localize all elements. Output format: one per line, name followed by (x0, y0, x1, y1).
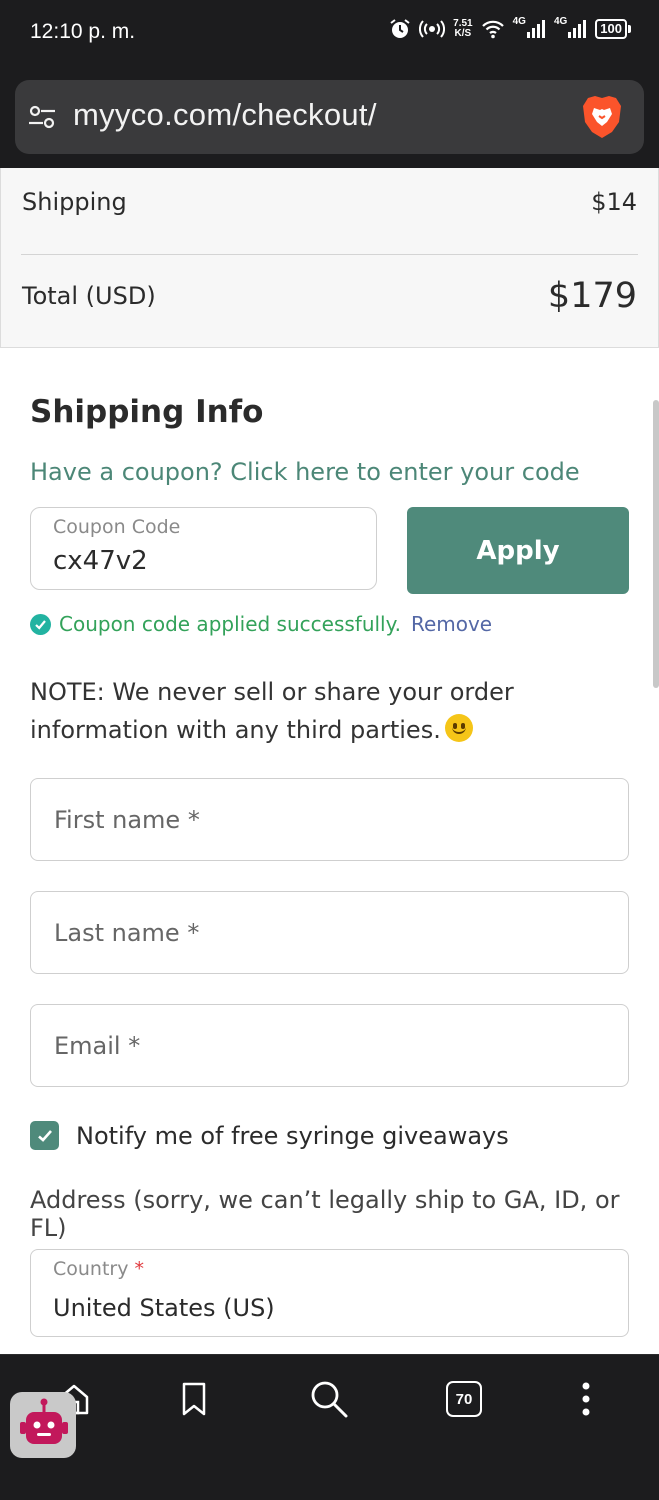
coupon-code-field[interactable]: Coupon Code cx47v2 (30, 507, 377, 590)
total-value: $179 (547, 276, 637, 316)
page-scrollbar[interactable] (653, 400, 659, 688)
notify-checkbox[interactable] (30, 1121, 59, 1150)
status-time: 12:10 p. m. (30, 20, 136, 43)
address-note: Address (sorry, we can’t legally ship to… (30, 1186, 620, 1242)
remove-coupon-link[interactable]: Remove (411, 612, 492, 636)
battery-level: 100 (595, 19, 627, 39)
country-label: Country * (53, 1258, 145, 1280)
total-label: Total (USD) (22, 282, 156, 310)
signal-icon (526, 20, 545, 38)
first-name-placeholder: First name * (54, 805, 200, 834)
brave-lion-icon[interactable] (580, 94, 624, 140)
first-name-field[interactable]: First name * (30, 778, 629, 861)
alarm-icon (390, 19, 410, 38)
signal-icon (568, 20, 587, 38)
shipping-label: Shipping (22, 188, 127, 216)
tabs-button[interactable]: 70 (442, 1377, 486, 1421)
checkout-page: Shipping $14 Total (USD) $179 Shipping I… (0, 168, 659, 1354)
menu-icon (582, 1382, 590, 1416)
smile-emoji-icon (444, 714, 473, 742)
total-row: Total (USD) $179 (22, 276, 637, 316)
coupon-code-input[interactable]: cx47v2 (53, 546, 148, 576)
coupon-code-label: Coupon Code (53, 516, 181, 538)
search-icon (311, 1381, 348, 1418)
search-button[interactable] (307, 1377, 351, 1421)
email-placeholder: Email * (54, 1031, 141, 1060)
url-text[interactable]: myyco.com/checkout/ (73, 97, 377, 133)
notify-label: Notify me of free syringe giveaways (76, 1121, 509, 1150)
shipping-value: $14 (591, 188, 637, 216)
status-icons: 7.51 K/S 4G 4G 100 (389, 15, 631, 40)
bookmark-icon (182, 1382, 206, 1416)
order-summary: Shipping $14 Total (USD) $179 (0, 168, 659, 348)
required-marker: * (134, 1258, 145, 1280)
network-type-2: 4G (553, 15, 568, 27)
success-text: Coupon code applied successfully. (59, 612, 401, 636)
shipping-row: Shipping $14 (22, 188, 637, 216)
address-bar[interactable]: myyco.com/checkout/ (15, 80, 644, 154)
browser-toolbar: myyco.com/checkout/ (0, 68, 659, 168)
coupon-success-message: Coupon code applied successfully. Remove (30, 612, 492, 636)
network-type-1: 4G (512, 15, 526, 27)
battery-icon: 100 (595, 19, 631, 39)
browser-bottom-nav: 70 (0, 1354, 659, 1500)
success-check-icon (30, 613, 51, 635)
notify-checkbox-row[interactable]: Notify me of free syringe giveaways (30, 1121, 509, 1150)
country-value[interactable]: United States (US) (53, 1294, 275, 1322)
assistant-bubble[interactable] (0, 1384, 86, 1460)
menu-button[interactable] (564, 1377, 608, 1421)
note-label: NOTE: (30, 678, 105, 706)
wifi-icon (481, 20, 504, 39)
email-field[interactable]: Email * (30, 1004, 629, 1087)
robot-icon (20, 1398, 68, 1444)
apply-coupon-button[interactable]: Apply (407, 507, 629, 594)
summary-divider (21, 254, 638, 255)
section-title: Shipping Info (30, 394, 264, 430)
coupon-prompt-link[interactable]: Have a coupon? Click here to enter your … (30, 458, 580, 486)
network-speed: 7.51 K/S (453, 19, 472, 39)
bookmarks-button[interactable] (172, 1377, 216, 1421)
speed-unit: K/S (454, 28, 472, 39)
last-name-placeholder: Last name * (54, 918, 200, 947)
tabs-icon: 70 (446, 1381, 482, 1417)
country-select[interactable]: Country * United States (US) (30, 1249, 629, 1337)
last-name-field[interactable]: Last name * (30, 891, 629, 974)
site-settings-icon[interactable] (27, 102, 57, 132)
status-bar: 12:10 p. m. 7.51 K/S 4G 4G 100 (0, 0, 659, 68)
privacy-note: NOTE: We never sell or share your order … (30, 673, 640, 749)
hotspot-icon (419, 20, 446, 38)
